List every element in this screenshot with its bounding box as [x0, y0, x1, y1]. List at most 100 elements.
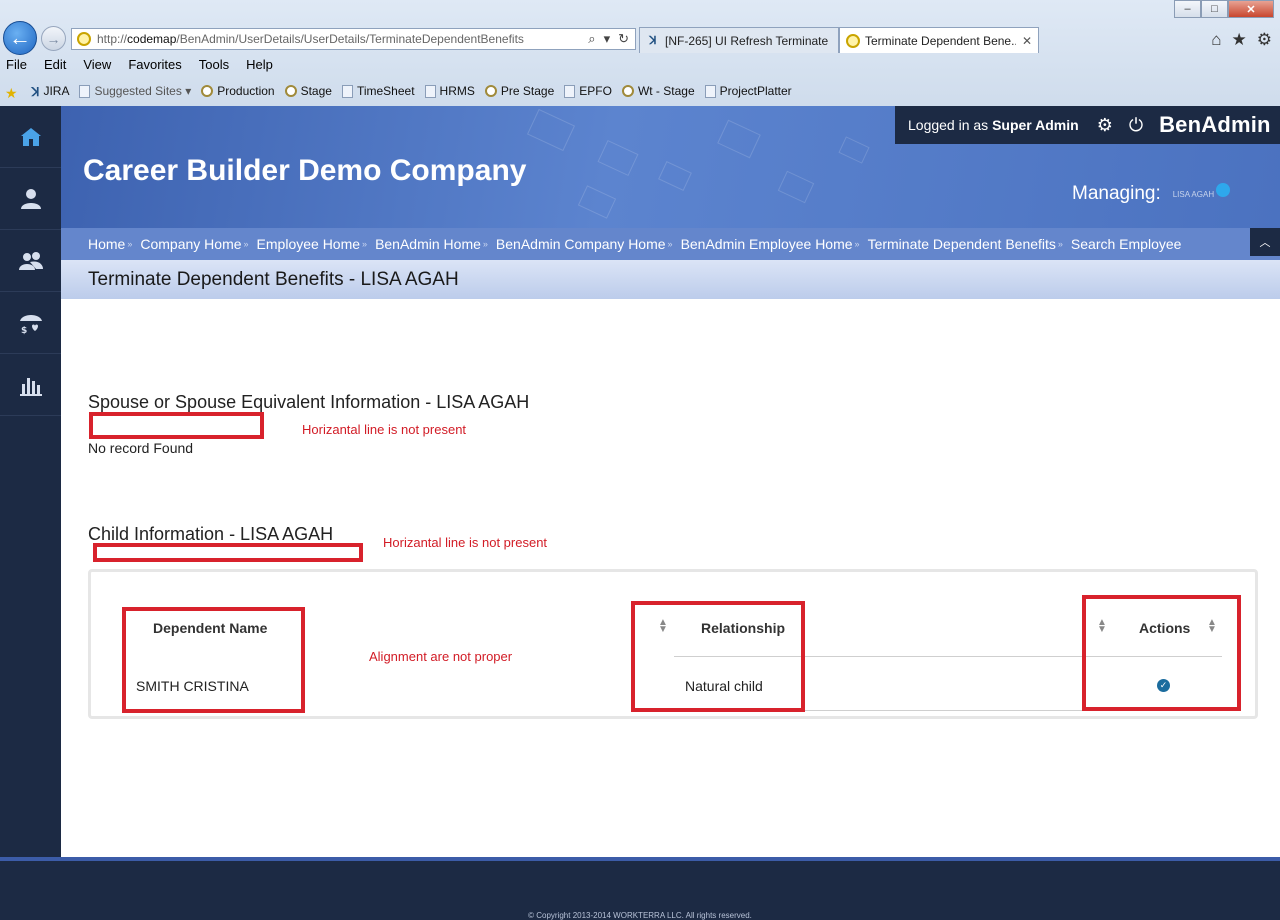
annotation-box-spouse-line	[89, 412, 264, 439]
top-user-bar: Logged in as Super Admin ⚙ ⏻ BenAdmin	[895, 106, 1280, 144]
menu-bar: File Edit View Favorites Tools Help	[0, 57, 1280, 77]
breadcrumb-benadmin-home[interactable]: BenAdmin Home»	[375, 236, 496, 252]
menu-help[interactable]: Help	[246, 57, 273, 77]
no-record-text: No record Found	[88, 440, 194, 456]
sidebar-item-home[interactable]	[0, 106, 61, 168]
jira-icon: ꓘ	[649, 35, 657, 47]
user-icon	[20, 188, 41, 209]
address-bar[interactable]: http://codemap/BenAdmin/UserDetails/User…	[71, 28, 636, 50]
annotation-spouse-note: Horizantal line is not present	[302, 422, 467, 437]
browser-tab[interactable]: ꓘ [NF-265] UI Refresh Terminate ...	[639, 27, 839, 53]
site-icon	[621, 85, 634, 97]
annotation-box-child-line	[93, 543, 363, 562]
page-icon	[79, 84, 91, 98]
page-icon	[341, 84, 353, 98]
favorites-star-icon[interactable]: ★	[1232, 30, 1247, 50]
breadcrumb-benadmin-employee-home[interactable]: BenAdmin Employee Home»	[681, 236, 868, 252]
settings-gear-icon[interactable]: ⚙	[1097, 115, 1113, 136]
home-icon	[20, 127, 41, 146]
status-dot-icon	[1216, 183, 1231, 197]
fav-pre-stage[interactable]: Pre Stage	[484, 84, 554, 98]
site-icon	[77, 32, 91, 46]
jira-icon: ꓘ	[31, 85, 40, 99]
sidebar-item-user[interactable]	[0, 168, 61, 230]
maximize-button[interactable]: □	[1201, 0, 1228, 18]
logged-in-label: Logged in as Super Admin	[908, 117, 1079, 133]
managing-name[interactable]: LISA AGAH	[1173, 190, 1214, 199]
bar-chart-icon	[19, 377, 42, 396]
svg-text:$: $	[21, 326, 27, 336]
breadcrumb: Home» Company Home» Employee Home» BenAd…	[61, 228, 1280, 260]
menu-edit[interactable]: Edit	[44, 57, 66, 77]
fav-epfo[interactable]: EPFO	[564, 84, 612, 98]
page-title: Terminate Dependent Benefits - LISA AGAH	[88, 268, 459, 290]
menu-tools[interactable]: Tools	[199, 57, 229, 77]
search-icon[interactable]: ⌕	[588, 31, 595, 47]
back-button[interactable]: ←	[3, 21, 37, 55]
site-icon	[846, 33, 860, 48]
child-section-title: Child Information - LISA AGAH	[88, 524, 334, 544]
forward-button[interactable]: →	[41, 26, 66, 51]
fav-production[interactable]: Production	[201, 84, 275, 98]
home-icon[interactable]: ⌂	[1211, 30, 1221, 50]
site-icon	[484, 85, 497, 97]
main-content: Spouse or Spouse Equivalent Information …	[61, 299, 1280, 857]
logout-power-icon[interactable]: ⏻	[1129, 115, 1143, 136]
fav-wt-stage[interactable]: Wt - Stage	[621, 84, 695, 98]
umbrella-benefits-icon: $	[19, 314, 42, 336]
window-controls: – □ ✕	[1174, 0, 1274, 18]
managing-label: Managing:	[1072, 183, 1161, 204]
minimize-button[interactable]: –	[1174, 0, 1201, 18]
spouse-section-title: Spouse or Spouse Equivalent Information …	[88, 392, 530, 412]
favorites-add-icon[interactable]: ★	[5, 85, 22, 101]
settings-gear-icon[interactable]: ⚙	[1257, 30, 1272, 50]
site-icon	[284, 85, 297, 97]
brand-logo: BenAdmin	[1159, 112, 1271, 137]
annotation-box-name-column	[122, 607, 305, 713]
fav-stage[interactable]: Stage	[284, 84, 332, 98]
dropdown-icon[interactable]: ▾	[604, 31, 611, 47]
address-url[interactable]: http://codemap/BenAdmin/UserDetails/User…	[97, 32, 588, 46]
managing-indicator: Managing: LISA AGAH	[1072, 183, 1231, 205]
breadcrumb-terminate-dependent-benefits[interactable]: Terminate Dependent Benefits»	[868, 236, 1071, 252]
copyright-text: © Copyright 2013-2014 WORKTERRA LLC. All…	[528, 911, 752, 920]
company-banner: Career Builder Demo Company Logged in as…	[61, 106, 1280, 228]
breadcrumb-search-employee[interactable]: Search Employee	[1071, 236, 1182, 252]
annotation-table-note: Alignment are not proper	[369, 649, 513, 664]
fav-timesheet[interactable]: TimeSheet	[341, 84, 415, 98]
tab-title: [NF-265] UI Refresh Terminate ...	[665, 33, 832, 48]
site-icon	[201, 85, 214, 97]
page-title-bar: Terminate Dependent Benefits - LISA AGAH	[61, 260, 1280, 299]
page-icon	[424, 84, 436, 98]
sidebar-item-benefits[interactable]: $	[0, 292, 61, 354]
menu-file[interactable]: File	[6, 57, 27, 77]
breadcrumb-home[interactable]: Home»	[88, 236, 140, 252]
page-footer: © Copyright 2013-2014 WORKTERRA LLC. All…	[0, 857, 1280, 920]
breadcrumb-company-home[interactable]: Company Home»	[140, 236, 256, 252]
sidebar-item-users[interactable]	[0, 230, 61, 292]
company-name: Career Builder Demo Company	[83, 154, 527, 187]
favorites-bar: ★ ꓘ JIRA Suggested Sites ▾ Production Sta…	[0, 80, 1280, 102]
collapse-chevron-up-icon[interactable]: ︿	[1250, 228, 1280, 256]
menu-favorites[interactable]: Favorites	[128, 57, 181, 77]
users-icon	[18, 251, 43, 270]
annotation-box-relationship-column	[631, 601, 805, 712]
sidebar-item-reports[interactable]	[0, 354, 61, 416]
row-divider	[804, 710, 1084, 711]
browser-chrome: – □ ✕ ← → http://codemap/BenAdmin/UserDe…	[0, 0, 1280, 106]
menu-view[interactable]: View	[83, 57, 111, 77]
browser-tab-active[interactable]: Terminate Dependent Bene... ✕	[839, 27, 1039, 53]
tab-title: Terminate Dependent Bene...	[865, 33, 1016, 48]
breadcrumb-benadmin-company-home[interactable]: BenAdmin Company Home»	[496, 236, 681, 252]
fav-jira[interactable]: ꓘ JIRA	[31, 84, 70, 99]
close-tab-icon[interactable]: ✕	[1022, 34, 1032, 48]
annotation-child-note: Horizantal line is not present	[383, 535, 548, 550]
fav-hrms[interactable]: HRMS	[424, 84, 475, 98]
breadcrumb-employee-home[interactable]: Employee Home»	[257, 236, 376, 252]
fav-suggested-sites[interactable]: Suggested Sites ▾	[79, 84, 191, 98]
page-icon	[704, 84, 716, 98]
close-window-button[interactable]: ✕	[1228, 0, 1274, 18]
fav-projectplatter[interactable]: ProjectPlatter	[704, 84, 792, 98]
app-sidebar: $	[0, 106, 61, 857]
refresh-icon[interactable]: ↻	[618, 31, 629, 47]
